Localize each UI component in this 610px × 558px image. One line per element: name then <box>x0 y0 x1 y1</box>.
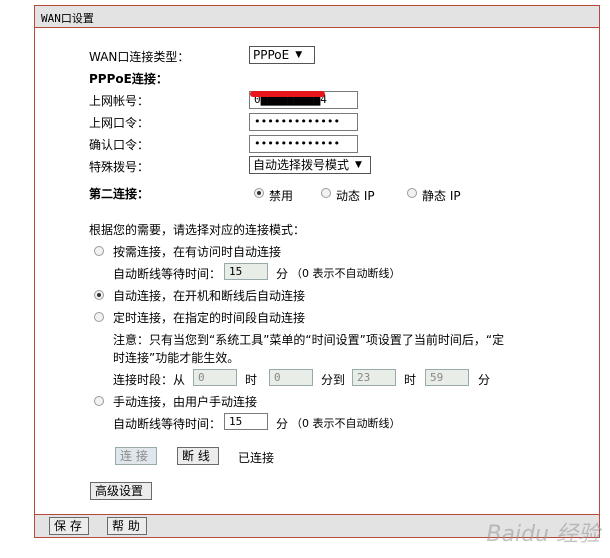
secondary-static-ip-label: 静态 IP <box>422 189 461 203</box>
secondary-connection-label: 第二连接： <box>89 187 150 201</box>
schedule-label: 连接时段：从 <box>113 373 186 387</box>
schedule-from-minute[interactable]: 0 <box>269 369 313 386</box>
confirm-password-label: 确认口令： <box>89 138 150 152</box>
password-label: 上网口令： <box>89 116 150 130</box>
advanced-settings-button[interactable]: 高级设置 <box>90 482 152 500</box>
chevron-down-icon: ▼ <box>295 50 303 60</box>
account-label: 上网帐号： <box>89 94 150 108</box>
password-input[interactable]: ••••••••••••• <box>249 113 358 131</box>
save-button[interactable]: 保 存 <box>49 517 89 535</box>
mode-prompt: 根据您的需要，请选择对应的连接模式： <box>89 223 306 237</box>
wan-type-label: WAN口连接类型： <box>89 50 190 64</box>
special-dial-label: 特殊拨号： <box>89 160 150 174</box>
help-button[interactable]: 帮 助 <box>107 517 147 535</box>
timed-note-line-2: 时连接”功能才能生效。 <box>113 351 240 365</box>
idle-time-label-2: 自动断线等待时间： <box>113 417 222 431</box>
secondary-disabled-label: 禁用 <box>269 189 294 203</box>
idle-time-input-1[interactable]: 15 <box>224 263 268 280</box>
schedule-minute-unit-2: 分 <box>478 373 491 387</box>
pppoe-section-title: PPPoE连接： <box>89 72 168 86</box>
chevron-down-icon: ▼ <box>355 160 362 170</box>
mode-timed-radio[interactable] <box>94 312 104 322</box>
idle-time-input-2[interactable]: 15 <box>224 413 268 430</box>
mode-auto-radio[interactable] <box>94 290 104 300</box>
idle-time-unit-1: 分 <box>276 267 289 281</box>
secondary-static-ip-radio[interactable] <box>407 188 417 198</box>
confirm-password-input[interactable]: ••••••••••••• <box>249 135 358 153</box>
mode-timed-label: 定时连接，在指定的时间段自动连接 <box>113 311 306 325</box>
idle-time-label: 自动断线等待时间： <box>113 267 222 281</box>
mode-on-demand-radio[interactable] <box>94 246 104 256</box>
schedule-hour-unit-1: 时 <box>245 373 258 387</box>
schedule-hour-unit-2: 时 <box>404 373 417 387</box>
connection-status: 已连接 <box>238 451 275 465</box>
redaction-mark <box>250 91 325 97</box>
schedule-from-hour[interactable]: 0 <box>193 369 237 386</box>
idle-time-hint-2: （0 表示不自动断线） <box>291 417 401 430</box>
schedule-to-hour[interactable]: 23 <box>352 369 396 386</box>
special-dial-select[interactable]: 自动选择拨号模式 ▼ <box>249 156 371 174</box>
connect-button[interactable]: 连 接 <box>115 447 157 465</box>
timed-note-line-1: 注意：只有当您到“系统工具”菜单的“时间设置”项设置了当前时间后，“定 <box>113 333 505 347</box>
mode-on-demand-label: 按需连接，在有访问时自动连接 <box>113 245 282 259</box>
wan-type-value: PPPoE <box>253 48 290 62</box>
title-bar: WAN口设置 <box>35 6 599 28</box>
schedule-to-minute[interactable]: 59 <box>425 369 469 386</box>
idle-time-hint-1: （0 表示不自动断线） <box>291 267 401 280</box>
schedule-to-label: 分到 <box>321 373 346 387</box>
mode-manual-label: 手动连接，由用户手动连接 <box>113 395 258 409</box>
secondary-dynamic-ip-radio[interactable] <box>321 188 331 198</box>
mode-auto-label: 自动连接，在开机和断线后自动连接 <box>113 289 306 303</box>
page-title: WAN口设置 <box>41 12 94 25</box>
secondary-dynamic-ip-label: 动态 IP <box>336 189 375 203</box>
mode-manual-radio[interactable] <box>94 396 104 406</box>
special-dial-value: 自动选择拨号模式 <box>253 158 350 172</box>
wan-settings-panel: WAN口设置 WAN口连接类型： PPPoE ▼ PPPoE连接： 上网帐号： … <box>34 5 600 538</box>
baidu-watermark: Baidu 经验 <box>486 522 600 547</box>
idle-time-unit-2: 分 <box>276 417 289 431</box>
wan-type-select[interactable]: PPPoE ▼ <box>249 46 315 64</box>
secondary-disabled-radio[interactable] <box>254 188 264 198</box>
disconnect-button[interactable]: 断 线 <box>177 447 219 465</box>
